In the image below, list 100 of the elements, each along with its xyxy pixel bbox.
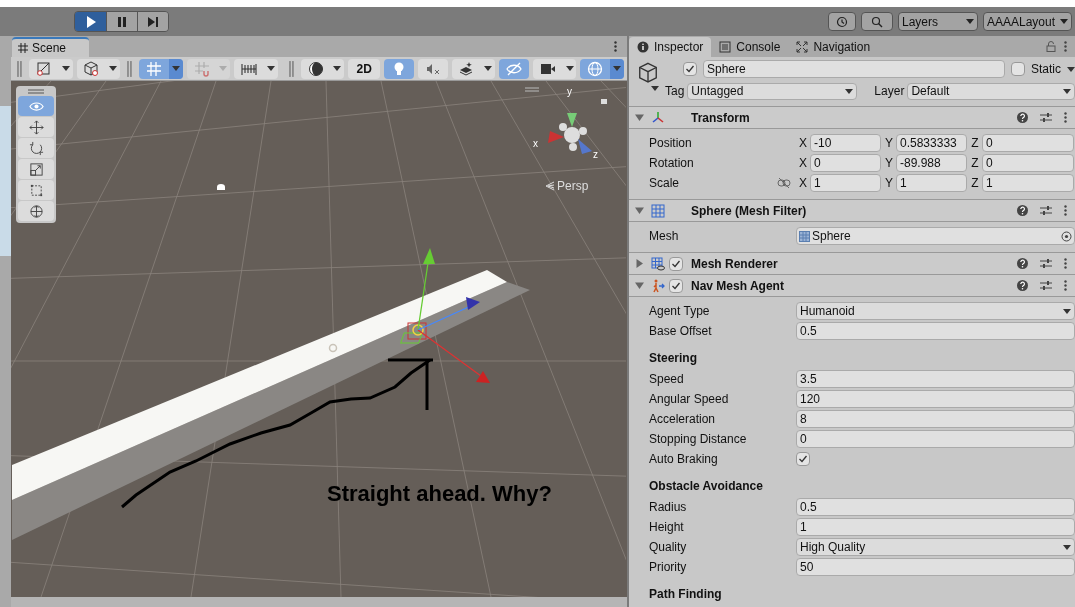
half-circle-icon bbox=[307, 60, 324, 77]
grip-icon[interactable] bbox=[288, 60, 294, 77]
layers-dropdown[interactable]: Layers bbox=[898, 12, 978, 31]
toolbar-button[interactable] bbox=[532, 58, 577, 79]
panel-tab[interactable]: Inspector bbox=[629, 37, 712, 57]
static-checkbox[interactable] bbox=[1011, 62, 1025, 76]
play-button[interactable] bbox=[75, 12, 106, 31]
input-field[interactable]: 1 bbox=[796, 518, 1075, 536]
layer-label: Layer bbox=[874, 83, 905, 100]
layout-dropdown[interactable]: AAAALayout bbox=[983, 12, 1072, 31]
dropdown-value: Layers bbox=[902, 13, 939, 31]
component-checkbox[interactable] bbox=[669, 256, 683, 271]
axis-label: z bbox=[593, 150, 598, 160]
field-label: Auto Braking bbox=[649, 451, 719, 468]
toolbar-button[interactable] bbox=[451, 58, 496, 79]
more-icon[interactable] bbox=[1064, 280, 1067, 291]
input-field[interactable]: 50 bbox=[796, 558, 1075, 576]
input-field[interactable]: 1 bbox=[896, 174, 967, 192]
tool-button[interactable] bbox=[18, 159, 54, 179]
panel-tab[interactable]: Navigation bbox=[788, 37, 879, 57]
list-icon bbox=[719, 41, 732, 53]
tool-button[interactable] bbox=[18, 138, 54, 158]
scale-icon bbox=[28, 161, 44, 177]
sliders-icon[interactable] bbox=[1040, 258, 1052, 269]
projection-label[interactable]: Persp bbox=[557, 177, 589, 195]
toolbar-button[interactable] bbox=[76, 58, 121, 79]
collapse-triangle-icon[interactable] bbox=[635, 281, 644, 290]
toolbar-button[interactable] bbox=[417, 58, 448, 79]
input-field[interactable]: -89.988 bbox=[896, 154, 967, 172]
toolbar-button[interactable] bbox=[28, 58, 73, 79]
input-field[interactable]: 120 bbox=[796, 390, 1075, 408]
scene-tab[interactable]: Scene bbox=[12, 37, 89, 57]
field-label: Mesh bbox=[649, 228, 680, 245]
help-icon[interactable] bbox=[1017, 205, 1028, 216]
orientation-gizmo-drawing bbox=[548, 113, 592, 154]
target-icon[interactable] bbox=[1061, 230, 1072, 242]
help-icon[interactable] bbox=[1017, 280, 1028, 291]
checkmark-icon bbox=[685, 64, 695, 74]
tag-dropdown[interactable]: Untagged bbox=[687, 82, 858, 100]
toolbar-button[interactable] bbox=[580, 58, 625, 79]
help-icon[interactable] bbox=[1017, 258, 1028, 269]
checkbox[interactable] bbox=[796, 452, 810, 466]
collapse-triangle-icon[interactable] bbox=[635, 206, 644, 215]
search-button[interactable] bbox=[861, 12, 893, 31]
grip-icon[interactable] bbox=[127, 60, 133, 77]
toolbar-button[interactable] bbox=[300, 58, 345, 79]
sliders-icon[interactable] bbox=[1040, 112, 1052, 123]
field-label: Radius bbox=[649, 499, 688, 516]
input-field[interactable]: 1 bbox=[810, 174, 881, 192]
grip-icon[interactable] bbox=[17, 60, 22, 77]
pause-button[interactable] bbox=[106, 12, 137, 31]
input-field[interactable]: 3.5 bbox=[796, 370, 1075, 388]
layer-dropdown[interactable]: Default bbox=[907, 82, 1075, 100]
field-label: Scale bbox=[649, 175, 681, 192]
grip-icon[interactable] bbox=[28, 89, 44, 94]
object-field[interactable]: Sphere bbox=[796, 227, 1075, 245]
step-button[interactable] bbox=[137, 12, 168, 31]
toolbar-button[interactable] bbox=[234, 58, 278, 79]
help-icon[interactable] bbox=[1017, 112, 1028, 123]
input-field[interactable]: 0 bbox=[796, 430, 1075, 448]
more-icon[interactable] bbox=[1064, 112, 1067, 123]
input-field[interactable]: -10 bbox=[810, 134, 881, 152]
panel-tab[interactable]: Console bbox=[711, 37, 789, 57]
more-icon[interactable] bbox=[1064, 205, 1067, 216]
tool-button[interactable] bbox=[18, 180, 54, 200]
panel-grip-icon bbox=[524, 87, 540, 92]
active-checkbox[interactable] bbox=[683, 62, 697, 76]
expand-triangle-icon[interactable] bbox=[635, 259, 644, 268]
sliders-icon[interactable] bbox=[1040, 205, 1052, 216]
input-field[interactable]: 0 bbox=[982, 134, 1074, 152]
input-field[interactable]: 8 bbox=[796, 410, 1075, 428]
dropdown[interactable]: Humanoid bbox=[796, 302, 1075, 320]
more-icon[interactable] bbox=[1064, 258, 1067, 269]
input-field[interactable]: 0.5 bbox=[796, 322, 1075, 340]
more-icon[interactable] bbox=[614, 41, 617, 52]
eye-slash-icon bbox=[506, 60, 522, 77]
input-field[interactable]: 0.5833333 bbox=[896, 134, 967, 152]
toolbar-button[interactable] bbox=[139, 58, 183, 79]
name-field[interactable]: Sphere bbox=[703, 60, 1005, 78]
dropdown[interactable]: High Quality bbox=[796, 538, 1075, 556]
collapse-triangle-icon[interactable] bbox=[635, 113, 644, 122]
component-checkbox[interactable] bbox=[669, 278, 683, 293]
input-field[interactable]: 0.5 bbox=[796, 498, 1075, 516]
caret-icon bbox=[171, 66, 180, 71]
checkmark-icon bbox=[671, 258, 681, 269]
dropdown-value: AAAALayout bbox=[987, 13, 1056, 31]
view-2d-button[interactable]: 2D bbox=[348, 58, 381, 79]
grid-icon bbox=[651, 203, 665, 218]
input-field[interactable]: 0 bbox=[982, 154, 1074, 172]
grid-icon bbox=[799, 230, 810, 242]
input-field[interactable]: 0 bbox=[810, 154, 881, 172]
history-button[interactable] bbox=[828, 12, 856, 31]
unlinked-chain-icon[interactable] bbox=[777, 178, 791, 188]
sliders-icon[interactable] bbox=[1040, 280, 1052, 291]
tool-button[interactable] bbox=[18, 117, 54, 137]
axis-label: Z bbox=[970, 175, 980, 192]
caret-icon bbox=[1063, 88, 1071, 94]
more-icon[interactable] bbox=[1064, 41, 1067, 52]
input-field[interactable]: 1 bbox=[982, 174, 1074, 192]
tool-button[interactable] bbox=[18, 201, 54, 221]
